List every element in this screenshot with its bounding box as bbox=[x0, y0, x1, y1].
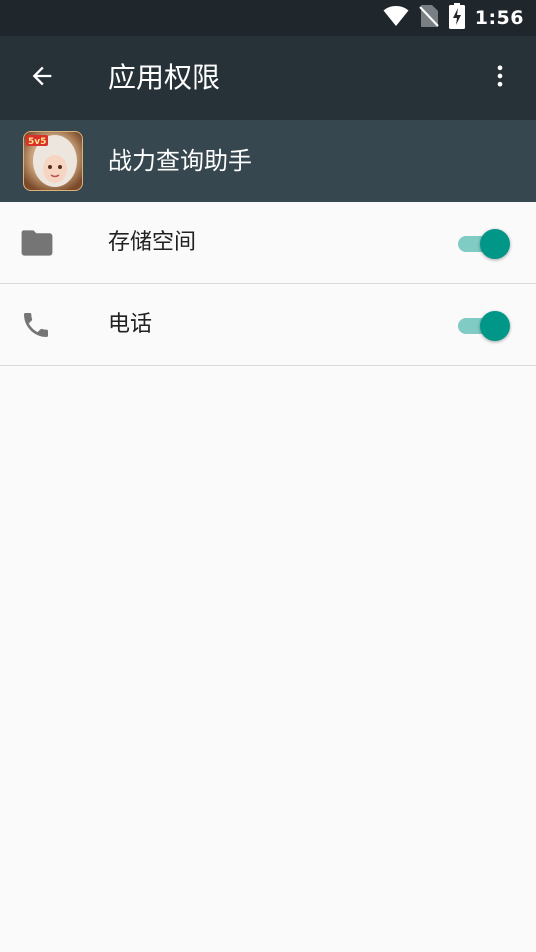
battery-charging-icon bbox=[448, 3, 465, 33]
more-vert-icon bbox=[486, 62, 514, 94]
phone-icon bbox=[20, 284, 52, 365]
back-button[interactable] bbox=[14, 50, 70, 106]
svg-text:5v5: 5v5 bbox=[28, 137, 46, 147]
page-title: 应用权限 bbox=[108, 61, 221, 94]
app-name: 战力查询助手 bbox=[108, 147, 252, 175]
storage-permission-toggle[interactable] bbox=[454, 228, 510, 259]
overflow-menu-button[interactable] bbox=[472, 50, 528, 106]
wifi-icon bbox=[383, 5, 409, 31]
toggle-thumb bbox=[480, 229, 510, 259]
permission-row-phone[interactable]: 电话 bbox=[0, 284, 536, 366]
no-sim-icon bbox=[419, 4, 439, 32]
status-bar: 1:56 bbox=[0, 0, 536, 36]
status-icons: 1:56 bbox=[383, 0, 524, 36]
toggle-thumb bbox=[480, 311, 510, 341]
folder-icon bbox=[20, 202, 54, 283]
phone-permission-toggle[interactable] bbox=[454, 310, 510, 341]
app-bar: 应用权限 bbox=[0, 36, 536, 120]
app-icon: 5v5 bbox=[23, 131, 83, 191]
status-time: 1:56 bbox=[474, 7, 524, 29]
app-header: 5v5 战力查询助手 bbox=[0, 120, 536, 202]
permission-label: 电话 bbox=[108, 312, 153, 337]
permission-label: 存储空间 bbox=[108, 230, 197, 255]
permission-list: 存储空间 电话 bbox=[0, 202, 536, 366]
screen: 1:56 应用权限 5v5 战力查询助手 存储空间 电话 bbox=[0, 0, 536, 952]
permission-row-storage[interactable]: 存储空间 bbox=[0, 202, 536, 284]
arrow-back-icon bbox=[28, 62, 56, 94]
